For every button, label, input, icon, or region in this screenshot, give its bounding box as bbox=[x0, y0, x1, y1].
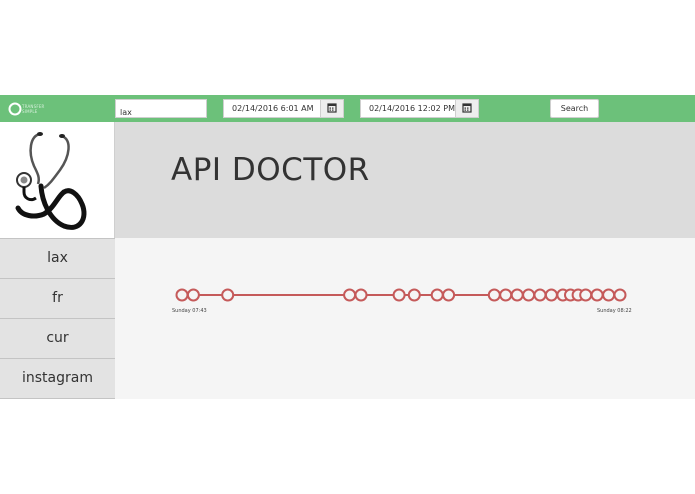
sidebar-item-cur[interactable]: cur bbox=[0, 318, 115, 358]
logo-text: TRANSFER SIMPLE bbox=[22, 104, 45, 114]
search-button[interactable]: Search bbox=[550, 99, 599, 118]
sidebar-logo-area bbox=[0, 122, 115, 238]
page-title: API DOCTOR bbox=[171, 152, 370, 188]
timeline-panel bbox=[115, 238, 695, 399]
start-date-value: 02/14/2016 6:01 AM bbox=[232, 104, 314, 113]
end-date-picker[interactable]: 02/14/2016 12:02 PM bbox=[360, 99, 479, 118]
end-date-value: 02/14/2016 12:02 PM bbox=[369, 104, 455, 113]
calendar-button-end[interactable] bbox=[455, 100, 478, 117]
timeline-start-label: Sunday 07:43 bbox=[172, 308, 207, 314]
calendar-button-start[interactable] bbox=[320, 100, 343, 117]
start-date-picker[interactable]: 02/14/2016 6:01 AM bbox=[223, 99, 344, 118]
sidebar-item-lax[interactable]: lax bbox=[0, 238, 115, 278]
sidebar-item-label: lax bbox=[47, 250, 68, 266]
search-input[interactable] bbox=[116, 104, 206, 121]
calendar-icon bbox=[462, 103, 472, 113]
sidebar-item-label: instagram bbox=[22, 370, 93, 386]
timeline-end-label: Sunday 08:22 bbox=[597, 308, 632, 314]
calendar-icon bbox=[327, 103, 337, 113]
sidebar-item-label: cur bbox=[46, 330, 69, 346]
search-field[interactable] bbox=[115, 99, 207, 121]
stethoscope-icon bbox=[15, 132, 87, 230]
logo-icon bbox=[8, 102, 22, 116]
sidebar-item-instagram[interactable]: instagram bbox=[0, 358, 115, 399]
sidebar-item-fr[interactable]: fr bbox=[0, 278, 115, 318]
sidebar-item-label: fr bbox=[52, 290, 63, 306]
